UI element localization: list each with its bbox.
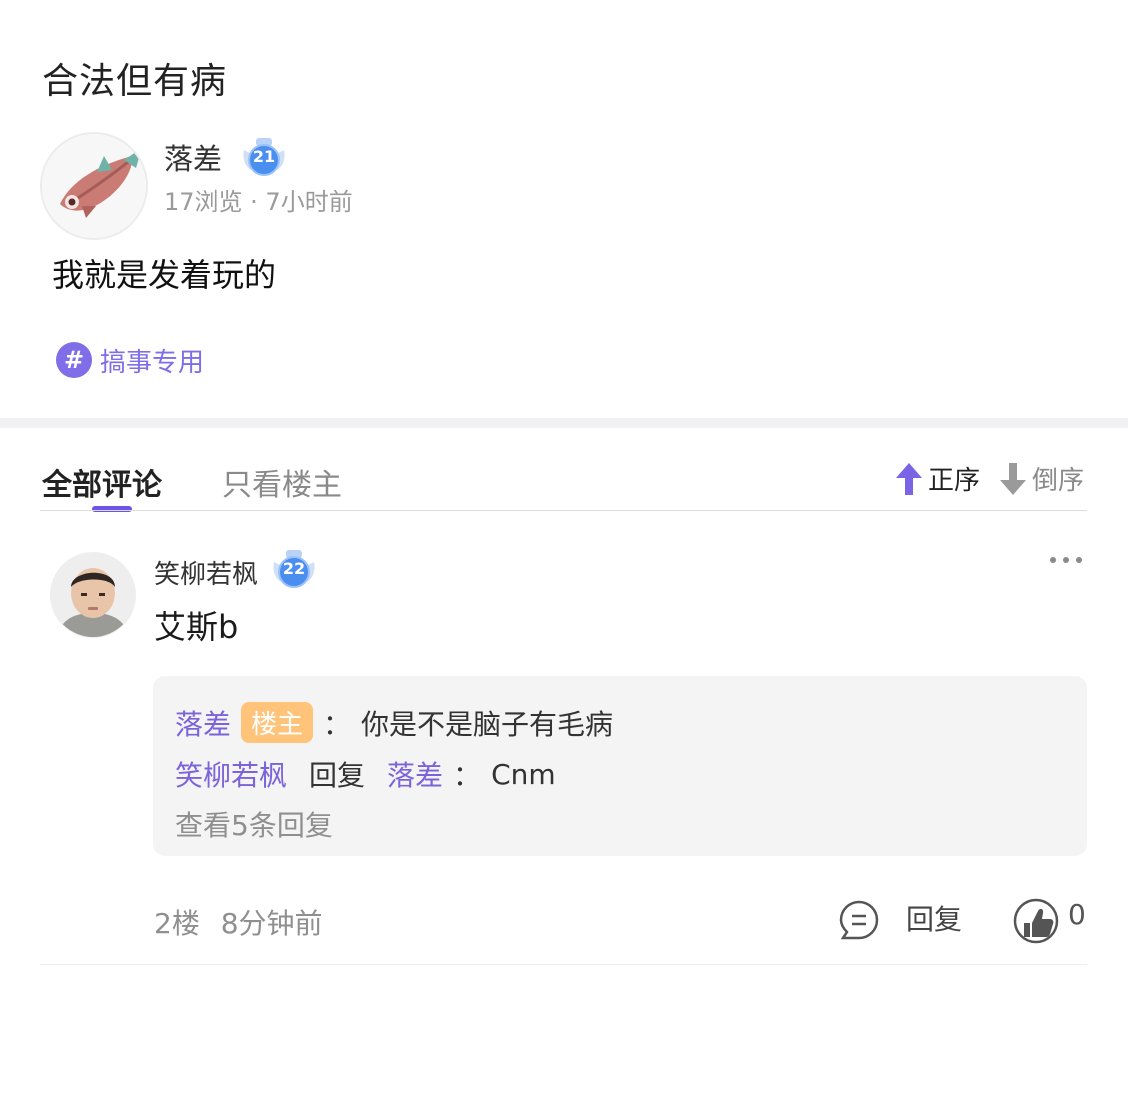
topic-tag[interactable]: # 搞事专用 [56,342,204,378]
section-divider [0,418,1128,428]
post-title: 合法但有病 [42,61,228,102]
commenter-name[interactable]: 笑柳若枫 [154,554,258,591]
sort-ascending-button[interactable]: 正序 [894,460,980,497]
reply-button[interactable]: 回复 [906,898,962,938]
sort-descending-button[interactable]: 倒序 [998,460,1084,497]
reply-text: 你是不是脑子有毛病 [361,707,614,741]
person-avatar-image [51,553,135,637]
comment-floor-time: 2楼 8分钟前 [154,902,323,942]
sort-ascending-label: 正序 [928,466,981,496]
author-name[interactable]: 落差 [164,136,222,178]
view-more-replies[interactable]: 查看5条回复 [175,804,333,844]
post-meta: 17浏览 · 7小时前 [164,188,353,216]
level-number: 22 [282,559,306,578]
reply-bubble-icon[interactable] [838,899,880,941]
floor-number: 2楼 [154,907,200,940]
arrow-up-icon [896,462,922,495]
hashtag-icon: # [56,342,92,378]
reply-line[interactable]: 落差 楼主 ： 你是不是脑子有毛病 [175,702,613,743]
reply-user[interactable]: 落差 [175,703,231,743]
reply-preview-box[interactable]: 落差 楼主 ： 你是不是脑子有毛病 笑柳若枫 回复 落差 ： Cnm 查看5条回… [153,676,1087,856]
reply-line[interactable]: 笑柳若枫 回复 落差 ： Cnm [175,754,556,794]
reply-separator: ： [453,759,482,792]
arrow-down-icon [1000,462,1026,495]
topic-label: 搞事专用 [100,347,205,378]
thumbs-up-icon[interactable] [1012,897,1060,945]
comment-text: 艾斯b [154,608,239,646]
tab-all-comments[interactable]: 全部评论 [42,460,162,504]
reply-text: Cnm [491,757,556,791]
commenter-level-badge: 22 [270,548,318,594]
commenter-avatar[interactable] [50,552,136,638]
comment-time: 8分钟前 [220,907,323,940]
author-avatar[interactable] [40,132,148,240]
reply-target-user[interactable]: 落差 [387,754,443,794]
active-tab-indicator [92,506,132,512]
reply-verb: 回复 [309,759,366,792]
tab-underline [40,510,1087,511]
reply-user[interactable]: 笑柳若枫 [175,754,287,794]
level-number: 21 [252,147,276,166]
more-options-icon[interactable] [1048,550,1084,570]
like-count: 0 [1068,898,1086,931]
sort-descending-label: 倒序 [1032,466,1085,496]
op-badge: 楼主 [241,702,314,743]
tab-op-only[interactable]: 只看楼主 [222,460,342,504]
comment-divider [40,964,1087,965]
reply-separator: ： [323,707,352,741]
fish-avatar-image [42,134,146,238]
level-badge: 21 [240,136,288,182]
post-body: 我就是发着玩的 [52,256,277,294]
